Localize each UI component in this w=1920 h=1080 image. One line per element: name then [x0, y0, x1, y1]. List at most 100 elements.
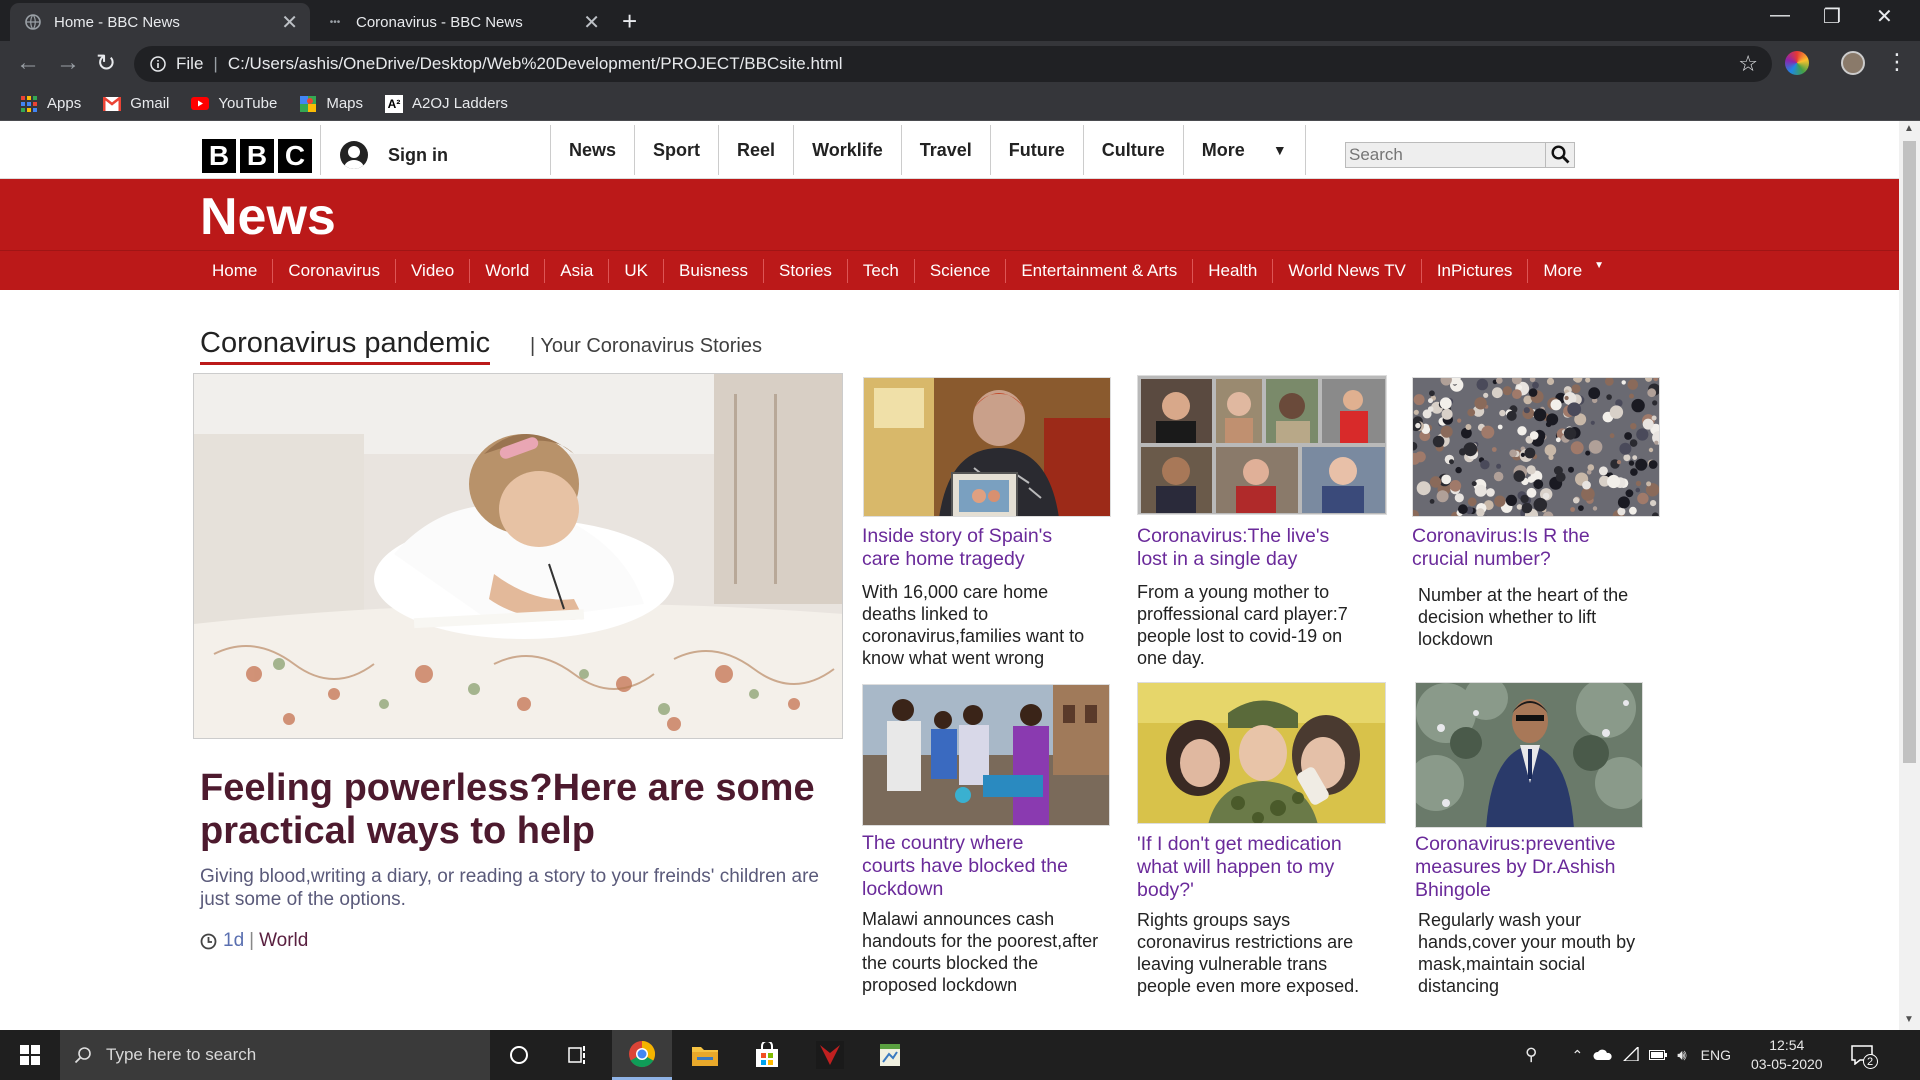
masthead-title[interactable]: News [200, 187, 336, 247]
taskbar-search-box[interactable]: Type here to search [60, 1030, 490, 1080]
game-app-icon[interactable] [800, 1030, 860, 1080]
scroll-up-arrow-icon[interactable]: ▲ [1904, 123, 1914, 134]
minimize-button[interactable]: — [1770, 4, 1790, 27]
topnav-reel[interactable]: Reel [718, 125, 793, 175]
scrollbar-thumb[interactable] [1903, 141, 1916, 763]
bookmark-a2oj-ladders[interactable]: A² A2OJ Ladders [385, 94, 508, 113]
task-view-icon[interactable] [549, 1030, 609, 1080]
topnav-news[interactable]: News [550, 125, 634, 175]
bookmark-gmail[interactable]: Gmail [103, 95, 169, 112]
tab-home-bbc-news[interactable]: Home - BBC News ✕ [10, 3, 310, 41]
story-headline[interactable]: Coronavirus:The live's lost in a single … [1137, 525, 1357, 571]
color-extension-icon[interactable] [1785, 51, 1809, 75]
topnav-travel[interactable]: Travel [900, 125, 990, 175]
subnav-asia[interactable]: Asia [544, 259, 608, 283]
close-window-button[interactable]: ✕ [1876, 4, 1893, 29]
show-hidden-icons-chevron-icon[interactable]: ⌃ [1571, 1047, 1583, 1064]
forward-arrow-icon[interactable]: → [56, 49, 80, 77]
topnav-more[interactable]: More ▼ [1182, 125, 1306, 175]
section-title[interactable]: Coronavirus pandemic [200, 327, 491, 365]
volume-icon[interactable]: 🔊︎ [1677, 1047, 1686, 1064]
subnav-more[interactable]: More ▼ [1527, 259, 1619, 283]
lead-headline[interactable]: Feeling powerless?Here are some practica… [200, 767, 840, 853]
subnav-health[interactable]: Health [1192, 259, 1272, 283]
section-subtitle[interactable]: | Your Coronavirus Stories [530, 335, 762, 358]
lead-category-link[interactable]: World [259, 930, 308, 952]
crowd-dot [1517, 426, 1527, 436]
microsoft-store-icon[interactable] [737, 1030, 797, 1080]
notepad-app-icon[interactable] [860, 1030, 920, 1080]
story-image-crowd[interactable] [1412, 377, 1660, 517]
scroll-down-arrow-icon[interactable]: ▼ [1904, 1014, 1914, 1025]
subnav-entertainment[interactable]: Entertainment & Arts [1005, 259, 1192, 283]
chrome-taskbar-icon[interactable] [612, 1030, 672, 1080]
subnav-science[interactable]: Science [913, 259, 1005, 283]
topnav-worklife[interactable]: Worklife [793, 125, 901, 175]
reload-icon[interactable]: ↻ [96, 49, 116, 78]
close-tab-icon[interactable]: ✕ [281, 10, 298, 35]
topnav-sport[interactable]: Sport [634, 125, 718, 175]
subnav-inpictures[interactable]: InPictures [1420, 259, 1528, 283]
subnav-tech[interactable]: Tech [846, 259, 914, 283]
page-scrollbar[interactable]: ▲ ▼ [1899, 121, 1920, 1030]
subnav-world[interactable]: World [469, 259, 544, 283]
onedrive-cloud-icon[interactable] [1593, 1047, 1613, 1063]
cortana-icon[interactable] [489, 1030, 549, 1080]
notification-center-icon[interactable]: 2 [1850, 1045, 1878, 1069]
story-image-spain[interactable] [863, 377, 1111, 517]
bookmark-star-icon[interactable]: ☆ [1738, 51, 1758, 77]
profile-avatar[interactable] [1841, 51, 1865, 75]
battery-icon[interactable] [1649, 1047, 1668, 1063]
subnav-uk[interactable]: UK [608, 259, 663, 283]
crowd-dot [1436, 490, 1449, 503]
subnav-home[interactable]: Home [196, 259, 272, 283]
gmail-icon [103, 96, 122, 112]
back-arrow-icon[interactable]: ← [16, 49, 40, 77]
story-image-collage[interactable] [1137, 375, 1387, 515]
topnav-future[interactable]: Future [989, 125, 1083, 175]
subnav-coronavirus[interactable]: Coronavirus [272, 259, 395, 283]
story-headline[interactable]: The country where courts have blocked th… [862, 832, 1077, 901]
crowd-dot [1586, 470, 1592, 475]
language-indicator[interactable]: ENG [1701, 1047, 1731, 1063]
crowd-dot [1533, 479, 1544, 490]
crowd-dot [1506, 410, 1517, 421]
story-image-ashish[interactable] [1415, 682, 1643, 828]
subnav-video[interactable]: Video [395, 259, 469, 283]
topnav-culture[interactable]: Culture [1082, 125, 1183, 175]
search-icon[interactable] [1551, 145, 1570, 169]
story-headline[interactable]: Coronavirus:Is R the crucial number? [1412, 525, 1632, 571]
crowd-dot [1550, 399, 1562, 411]
new-tab-button[interactable]: + [622, 6, 637, 37]
story-image-medication[interactable] [1137, 682, 1386, 824]
crowd-dot [1491, 387, 1503, 399]
menu-kebab-icon[interactable]: ⋮ [1886, 49, 1908, 75]
address-bar[interactable]: File | C:/Users/ashis/OneDrive/Desktop/W… [134, 46, 1772, 82]
file-explorer-icon[interactable] [675, 1030, 735, 1080]
windows-start-icon[interactable] [0, 1030, 60, 1080]
story-headline[interactable]: Coronavirus:preventive measures by Dr.As… [1415, 833, 1630, 902]
restore-button[interactable]: ❐ [1823, 4, 1841, 29]
search-input[interactable] [1346, 143, 1546, 167]
bookmark-apps[interactable]: Apps [20, 95, 81, 112]
clock[interactable]: 12:54 03-05-2020 [1751, 1036, 1823, 1074]
subnav-world-news-tv[interactable]: World News TV [1272, 259, 1420, 283]
bbc-logo[interactable]: B B C [202, 139, 312, 173]
bookmark-maps[interactable]: Maps [299, 95, 363, 112]
crowd-dot [1415, 422, 1421, 429]
subnav-stories[interactable]: Stories [762, 259, 847, 283]
story-summary: Rights groups says coronavirus restricti… [1137, 910, 1360, 996]
story-headline[interactable]: 'If I don't get medication what will hap… [1137, 833, 1352, 902]
story-image-malawi[interactable] [862, 684, 1110, 826]
sign-in-link[interactable]: Sign in [340, 141, 448, 169]
youtube-icon [191, 96, 210, 112]
close-tab-icon[interactable]: ✕ [583, 10, 600, 35]
info-icon[interactable] [150, 56, 166, 72]
wifi-icon[interactable] [1622, 1044, 1639, 1064]
subnav-business[interactable]: Buisness [663, 259, 763, 283]
bookmark-youtube[interactable]: YouTube [191, 95, 277, 112]
story-headline[interactable]: Inside story of Spain's care home traged… [862, 525, 1072, 571]
people-icon[interactable]: ⚲ [1525, 1045, 1537, 1065]
tab-coronavirus-bbc-news[interactable]: ••• Coronavirus - BBC News ✕ [312, 3, 612, 41]
lead-story-image[interactable] [193, 373, 843, 739]
